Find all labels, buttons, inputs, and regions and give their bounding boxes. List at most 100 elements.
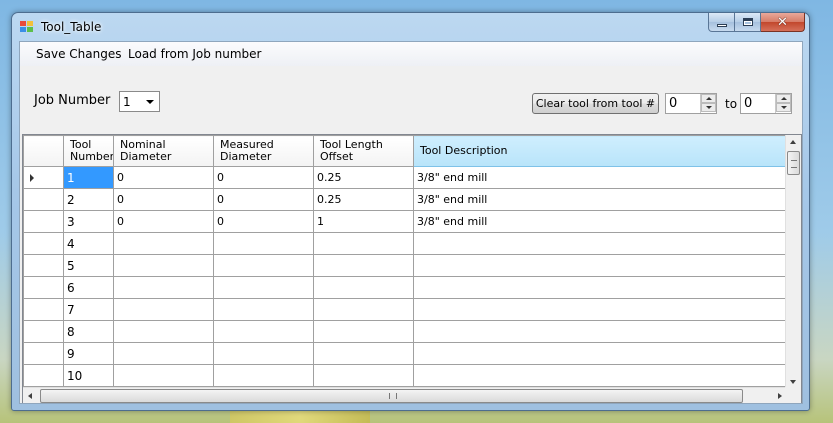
cell-tool-length-offset[interactable] <box>313 320 414 343</box>
table-row[interactable]: 8 <box>23 320 789 343</box>
cell-tool-number[interactable]: 8 <box>63 320 114 343</box>
cell-tool-number[interactable]: 10 <box>63 364 114 387</box>
cell-tool-number[interactable]: 5 <box>63 254 114 277</box>
table-row[interactable]: 5 <box>23 254 789 277</box>
cell-measured-diameter[interactable]: 0 <box>213 166 314 189</box>
cell-tool-number[interactable]: 7 <box>63 298 114 321</box>
cell-tool-description[interactable] <box>413 276 789 299</box>
cell-tool-length-offset[interactable] <box>313 342 414 365</box>
stepper-down-icon[interactable] <box>776 103 791 112</box>
stepper-buttons <box>775 94 791 113</box>
row-header[interactable] <box>23 210 64 233</box>
header-tool-description[interactable]: Tool Description <box>413 135 789 167</box>
cell-tool-number[interactable]: 6 <box>63 276 114 299</box>
cell-tool-number[interactable]: 3 <box>63 210 114 233</box>
title-bar[interactable]: Tool_Table ✕ <box>12 13 809 41</box>
scroll-right-icon[interactable] <box>778 393 782 399</box>
cell-tool-number[interactable]: 1 <box>63 166 114 189</box>
cell-tool-description[interactable]: 3/8" end mill <box>413 166 789 189</box>
header-nominal-diameter[interactable]: Nominal Diameter <box>113 135 214 167</box>
table-row[interactable]: 3 0 0 1 3/8" end mill <box>23 210 789 233</box>
row-header[interactable] <box>23 232 64 255</box>
header-corner[interactable] <box>23 135 64 167</box>
table-row[interactable]: 2 0 0 0.25 3/8" end mill <box>23 188 789 211</box>
row-header[interactable] <box>23 298 64 321</box>
job-number-select[interactable]: 1 <box>119 91 160 112</box>
row-header[interactable] <box>23 166 64 189</box>
table-row[interactable]: 7 <box>23 298 789 321</box>
table-row[interactable]: 9 <box>23 342 789 365</box>
cell-measured-diameter[interactable] <box>213 254 314 277</box>
clear-to-stepper[interactable]: 0 <box>740 93 792 114</box>
table-row[interactable]: 4 <box>23 232 789 255</box>
clear-tool-button[interactable]: Clear tool from tool # <box>532 93 659 114</box>
row-header[interactable] <box>23 320 64 343</box>
tool-data-grid[interactable]: Tool Number Nominal Diameter Measured Di… <box>22 134 802 403</box>
cell-nominal-diameter[interactable]: 0 <box>113 210 214 233</box>
cell-tool-length-offset[interactable]: 0.25 <box>313 166 414 189</box>
cell-tool-number[interactable]: 9 <box>63 342 114 365</box>
row-header[interactable] <box>23 364 64 387</box>
cell-nominal-diameter[interactable] <box>113 232 214 255</box>
cell-nominal-diameter[interactable] <box>113 298 214 321</box>
cell-tool-description[interactable] <box>413 254 789 277</box>
cell-measured-diameter[interactable] <box>213 320 314 343</box>
row-header[interactable] <box>23 188 64 211</box>
horizontal-scroll-thumb[interactable] <box>40 389 743 403</box>
row-header[interactable] <box>23 342 64 365</box>
cell-tool-number[interactable]: 4 <box>63 232 114 255</box>
scroll-up-icon[interactable] <box>790 140 796 144</box>
cell-tool-description[interactable] <box>413 320 789 343</box>
cell-tool-length-offset[interactable] <box>313 254 414 277</box>
stepper-up-icon[interactable] <box>776 94 791 103</box>
table-row[interactable]: 10 <box>23 364 789 387</box>
maximize-button[interactable] <box>735 13 761 32</box>
cell-tool-length-offset[interactable] <box>313 298 414 321</box>
horizontal-scrollbar[interactable] <box>23 387 787 403</box>
cell-measured-diameter[interactable] <box>213 298 314 321</box>
header-tool-length-offset[interactable]: Tool Length Offset <box>313 135 414 167</box>
header-measured-diameter[interactable]: Measured Diameter <box>213 135 314 167</box>
cell-nominal-diameter[interactable]: 0 <box>113 166 214 189</box>
header-tool-number[interactable]: Tool Number <box>63 135 114 167</box>
stepper-up-icon[interactable] <box>701 94 716 103</box>
cell-nominal-diameter[interactable] <box>113 342 214 365</box>
cell-nominal-diameter[interactable] <box>113 276 214 299</box>
cell-measured-diameter[interactable] <box>213 276 314 299</box>
cell-tool-description[interactable]: 3/8" end mill <box>413 210 789 233</box>
vertical-scrollbar[interactable] <box>785 135 801 389</box>
cell-tool-description[interactable]: 3/8" end mill <box>413 188 789 211</box>
cell-tool-length-offset[interactable]: 0.25 <box>313 188 414 211</box>
cell-tool-description[interactable] <box>413 232 789 255</box>
vertical-scroll-thumb[interactable] <box>787 151 800 175</box>
cell-tool-description[interactable] <box>413 298 789 321</box>
cell-measured-diameter[interactable]: 0 <box>213 188 314 211</box>
menu-load-from-job[interactable]: Load from Job number <box>128 47 262 61</box>
scroll-down-icon[interactable] <box>790 380 796 384</box>
cell-tool-description[interactable] <box>413 342 789 365</box>
table-row[interactable]: 1 0 0 0.25 3/8" end mill <box>23 166 789 189</box>
minimize-button[interactable] <box>708 13 735 32</box>
cell-tool-length-offset[interactable]: 1 <box>313 210 414 233</box>
cell-tool-description[interactable] <box>413 364 789 387</box>
stepper-down-icon[interactable] <box>701 103 716 112</box>
cell-measured-diameter[interactable] <box>213 232 314 255</box>
cell-measured-diameter[interactable]: 0 <box>213 210 314 233</box>
row-header[interactable] <box>23 276 64 299</box>
scroll-left-icon[interactable] <box>28 393 32 399</box>
cell-tool-number[interactable]: 2 <box>63 188 114 211</box>
menu-save-changes[interactable]: Save Changes <box>36 47 121 61</box>
row-header[interactable] <box>23 254 64 277</box>
cell-tool-length-offset[interactable] <box>313 276 414 299</box>
cell-measured-diameter[interactable] <box>213 364 314 387</box>
cell-tool-length-offset[interactable] <box>313 232 414 255</box>
cell-nominal-diameter[interactable] <box>113 320 214 343</box>
close-button[interactable]: ✕ <box>761 13 805 32</box>
cell-nominal-diameter[interactable] <box>113 254 214 277</box>
cell-nominal-diameter[interactable] <box>113 364 214 387</box>
cell-nominal-diameter[interactable]: 0 <box>113 188 214 211</box>
cell-tool-length-offset[interactable] <box>313 364 414 387</box>
clear-from-stepper[interactable]: 0 <box>665 93 717 114</box>
table-row[interactable]: 6 <box>23 276 789 299</box>
cell-measured-diameter[interactable] <box>213 342 314 365</box>
